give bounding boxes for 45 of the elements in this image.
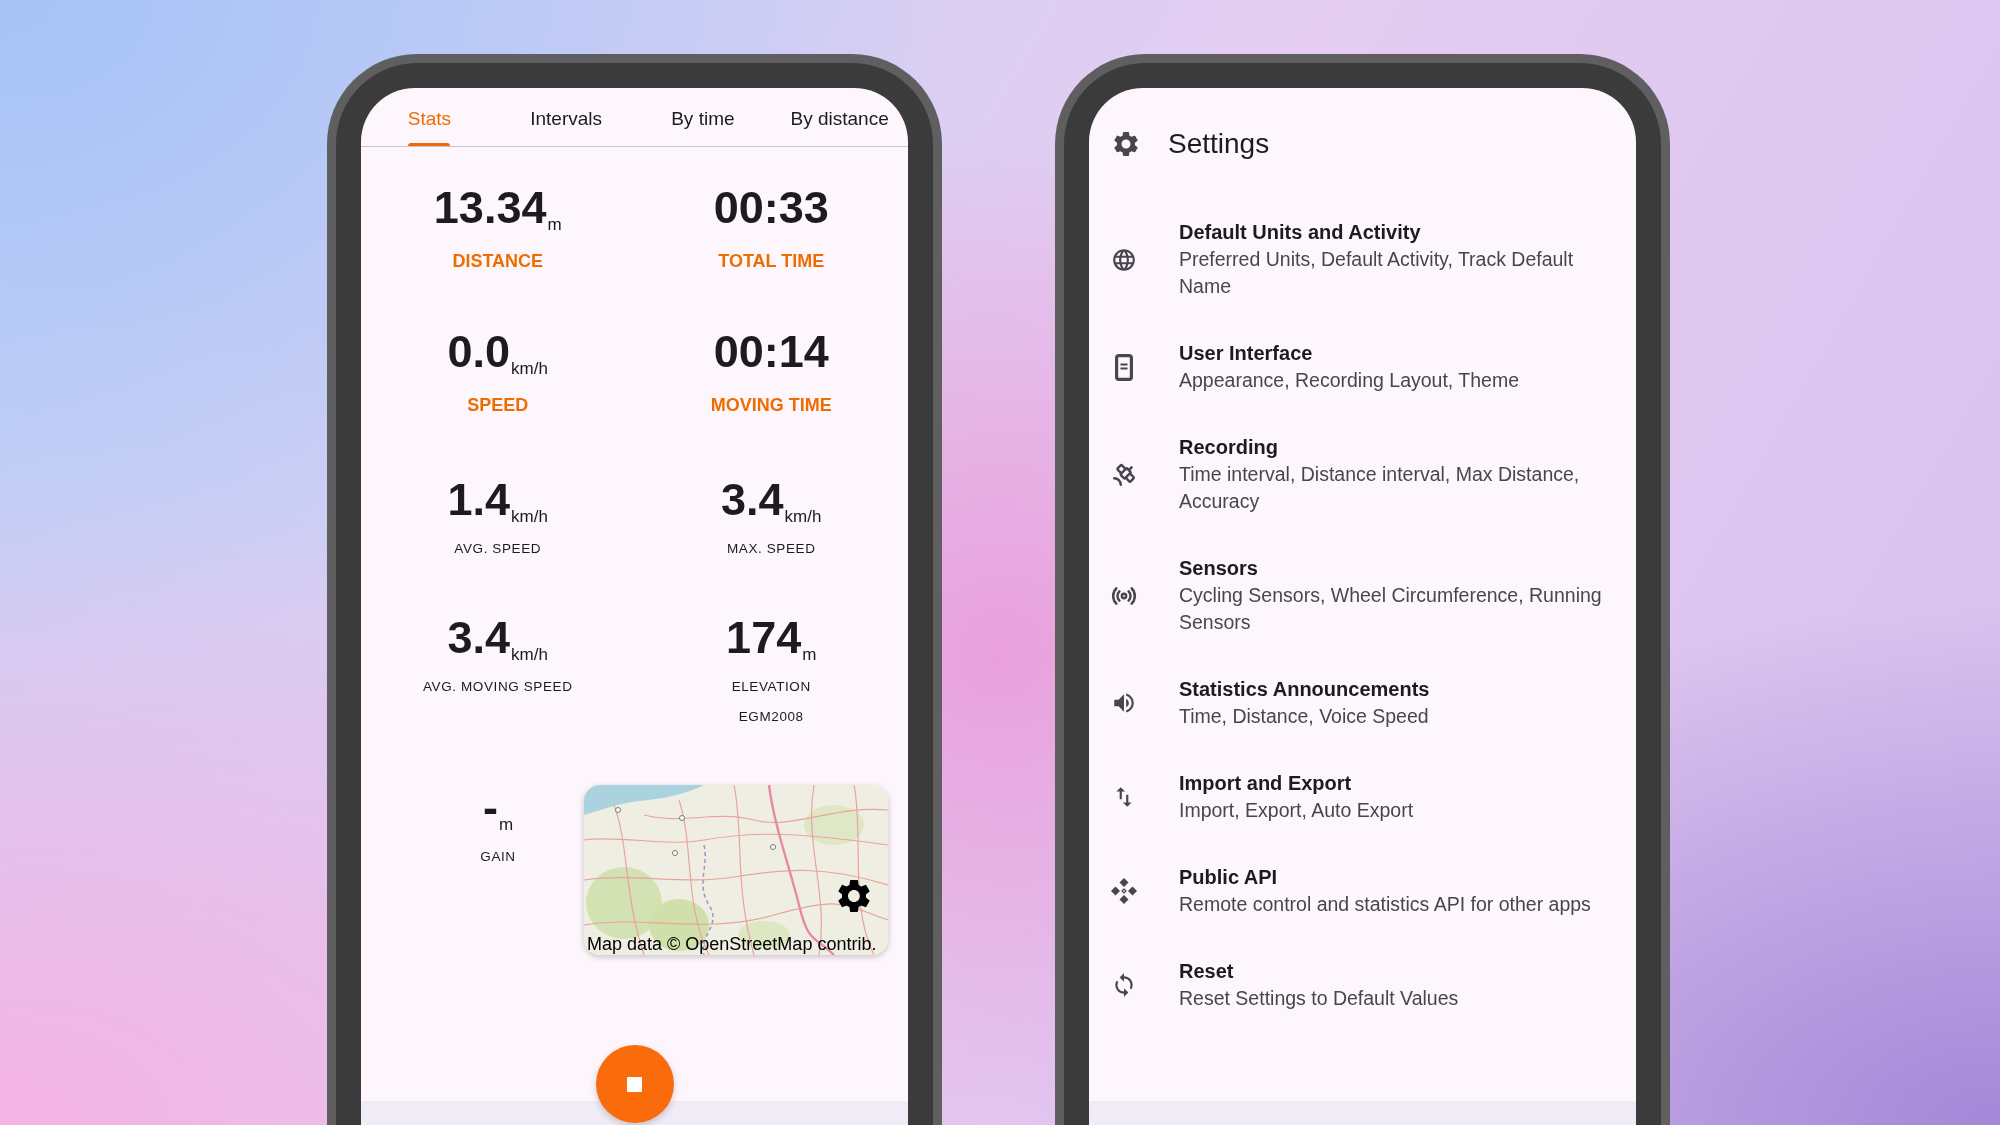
settings-list-item[interactable]: Import and Export Import, Export, Auto Export [1089, 750, 1636, 844]
stat-value: 174 [726, 612, 802, 663]
stat-unit: km/h [511, 507, 548, 526]
screen-title: Settings [1168, 126, 1270, 161]
tab[interactable]: By distance [771, 88, 908, 146]
tab[interactable]: Intervals [497, 88, 635, 146]
map-drawing[interactable] [584, 785, 888, 955]
stat-unit: km/h [511, 645, 548, 664]
settings-list-item[interactable]: Default Units and Activity Preferred Units, Default Activity, Track Default Name [1089, 199, 1636, 320]
stat-unit: m [498, 815, 514, 834]
settings-list-item[interactable]: Recording Time interval, Distance interval, Max Distance, Accuracy [1089, 414, 1636, 535]
settings-list-item[interactable]: Public API Remote control and statistics API for other apps [1089, 844, 1636, 938]
stat-label: MOVING TIME [710, 394, 832, 417]
stat-unit: km/h [511, 359, 548, 378]
stat-label: AVG. SPEED [454, 540, 542, 558]
stat-unit: m [802, 645, 817, 664]
stat-value: 3.4 [447, 612, 511, 663]
stat-label: TOTAL TIME [718, 250, 825, 273]
stat-value: 13.34 [433, 182, 547, 233]
settings-list-item[interactable]: Reset Reset Settings to Default Values [1089, 938, 1636, 1032]
stat-label: AVG. MOVING SPEED [423, 678, 573, 696]
stat-label: MAX. SPEED [727, 540, 816, 558]
stat-value: 00:14 [713, 326, 829, 377]
stat-label: ELEVATION [731, 678, 811, 696]
settings-list-item[interactable]: Sensors Cycling Sensors, Wheel Circumference, Running Sensors [1089, 535, 1636, 656]
stat-label: DISTANCE [452, 250, 544, 273]
map-attribution: Map data © OpenStreetMap contrib. [587, 934, 877, 954]
stat-value: - [482, 782, 498, 833]
stat-value: 3.4 [721, 474, 784, 525]
stat-note: EGM2008 [738, 708, 804, 726]
stat-value: 0.0 [447, 326, 511, 377]
stat-value: 00:33 [713, 182, 829, 233]
diamond-dots-icon [1111, 878, 1137, 904]
satellite-icon [1111, 461, 1137, 488]
stat-label: SPEED [467, 394, 529, 417]
stat-unit: m [547, 215, 562, 234]
settings-list-item[interactable]: User Interface Appearance, Recording Layout, Theme [1089, 320, 1636, 414]
settings-list-item[interactable]: Statistics Announcements Time, Distance, Voice Speed [1089, 656, 1636, 750]
tab[interactable]: By time [634, 88, 772, 146]
stop-button[interactable] [595, 1045, 674, 1123]
mobile-screen-icon [1115, 353, 1133, 381]
stop-icon [627, 1076, 642, 1092]
stat-unit: km/h [784, 507, 822, 526]
stat-value: 1.4 [447, 474, 511, 525]
stat-label: GAIN [480, 848, 516, 866]
